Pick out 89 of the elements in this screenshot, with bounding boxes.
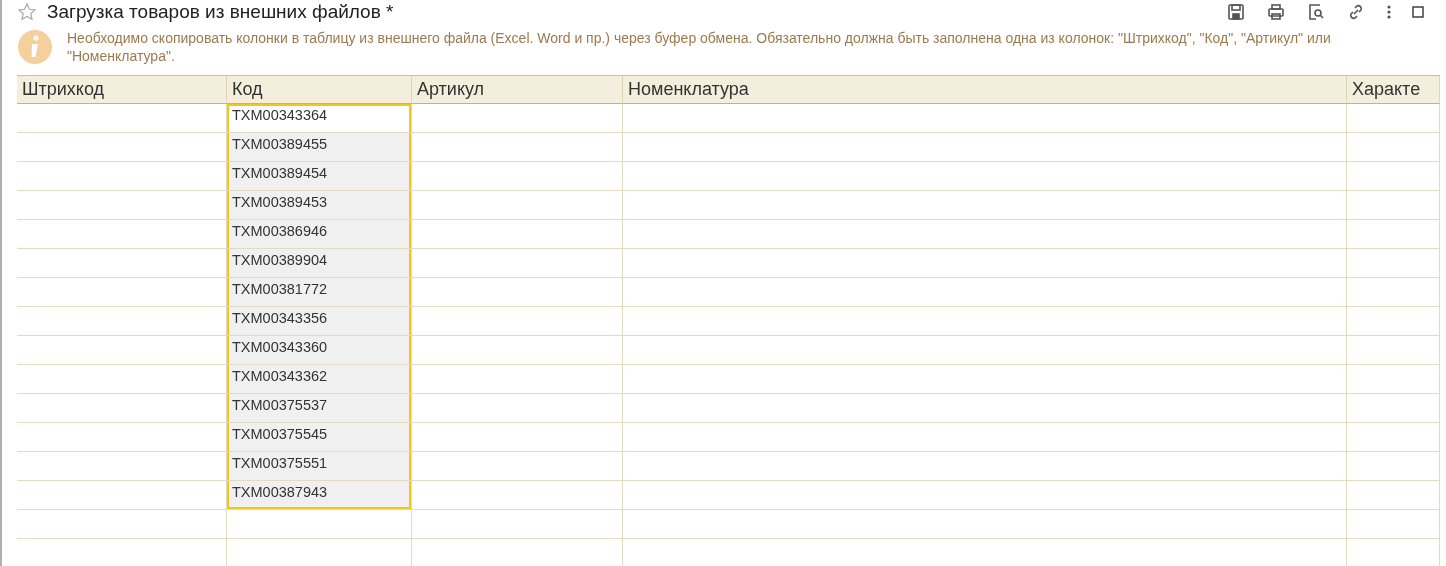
table-cell[interactable] [17, 278, 227, 307]
table-cell[interactable]: TXM00381772 [227, 278, 412, 307]
table-cell[interactable] [17, 307, 227, 336]
table-cell[interactable] [623, 104, 1347, 133]
table-cell[interactable]: TXM00375545 [227, 423, 412, 452]
table-cell[interactable] [623, 394, 1347, 423]
table-cell[interactable] [412, 162, 623, 191]
table-cell[interactable] [412, 191, 623, 220]
table-cell[interactable] [412, 278, 623, 307]
table-cell[interactable]: TXM00387943 [227, 481, 412, 510]
table-cell[interactable]: TXM00343356 [227, 307, 412, 336]
table-cell[interactable] [623, 336, 1347, 365]
info-message: Необходимо скопировать колонки в таблицу из внешнего файла (Excel. Word и пр.) через буфер обмена. Обязательно должна быть заполнена одна из колонок: "Штрихкод", "Код", "Артикул" или "Номенклатура". [67, 29, 1332, 65]
table-cell[interactable] [412, 133, 623, 162]
table-cell[interactable] [1347, 307, 1440, 336]
table-cell[interactable] [17, 162, 227, 191]
column-header[interactable]: Штрихкод [17, 76, 227, 104]
table-cell[interactable] [17, 394, 227, 423]
table-cell[interactable] [1347, 220, 1440, 249]
column-header[interactable]: Характе [1347, 76, 1440, 104]
table-cell[interactable] [412, 452, 623, 481]
more-icon[interactable] [1386, 4, 1392, 20]
table-cell[interactable] [623, 452, 1347, 481]
table-cell[interactable] [1347, 162, 1440, 191]
table-cell[interactable]: TXM00343364 [227, 104, 412, 133]
table-cell[interactable] [623, 191, 1347, 220]
table-cell[interactable] [17, 133, 227, 162]
table-cell[interactable] [1347, 278, 1440, 307]
info-icon [17, 29, 53, 65]
table-cell[interactable] [412, 481, 623, 510]
print-icon[interactable] [1266, 2, 1286, 22]
table-cell[interactable] [412, 510, 623, 539]
table-cell[interactable]: TXM00375537 [227, 394, 412, 423]
table-cell[interactable] [1347, 104, 1440, 133]
table-cell[interactable] [1347, 249, 1440, 278]
table-cell[interactable] [17, 452, 227, 481]
star-icon[interactable] [17, 2, 37, 22]
maximize-icon[interactable] [1412, 6, 1424, 18]
table-cell[interactable]: TXM00343360 [227, 336, 412, 365]
table-cell[interactable]: TXM00375551 [227, 452, 412, 481]
table-cell[interactable] [623, 307, 1347, 336]
table-cell[interactable] [412, 249, 623, 278]
window-title: Загрузка товаров из внешних файлов * [47, 1, 395, 23]
table-cell[interactable] [1347, 423, 1440, 452]
table-cell[interactable]: TXM00389454 [227, 162, 412, 191]
table-cell[interactable] [1347, 365, 1440, 394]
preview-icon[interactable] [1306, 2, 1326, 22]
table-cell[interactable] [17, 104, 227, 133]
table-cell[interactable] [17, 423, 227, 452]
table-cell[interactable] [1347, 336, 1440, 365]
table-cell[interactable] [1347, 452, 1440, 481]
table-cell[interactable] [623, 220, 1347, 249]
table-cell[interactable] [17, 510, 227, 539]
table-cell[interactable] [1347, 481, 1440, 510]
table-cell[interactable] [412, 336, 623, 365]
table-cell[interactable] [17, 336, 227, 365]
table-cell[interactable] [623, 423, 1347, 452]
table-cell[interactable] [1347, 133, 1440, 162]
table-cell[interactable] [17, 481, 227, 510]
save-icon[interactable] [1226, 2, 1246, 22]
table-cell[interactable] [227, 510, 412, 539]
table-cell[interactable] [623, 365, 1347, 394]
table-cell[interactable] [412, 365, 623, 394]
table-cell[interactable]: TXM00386946 [227, 220, 412, 249]
table-cell[interactable] [412, 423, 623, 452]
table-cell[interactable] [412, 104, 623, 133]
table-cell[interactable] [1347, 191, 1440, 220]
table-cell[interactable] [1347, 394, 1440, 423]
table-cell[interactable] [17, 365, 227, 394]
table-cell[interactable] [17, 249, 227, 278]
table-cell[interactable]: TXM00389453 [227, 191, 412, 220]
column-header[interactable]: Артикул [412, 76, 623, 104]
table-cell[interactable] [623, 249, 1347, 278]
table-cell[interactable] [17, 220, 227, 249]
table-cell[interactable] [623, 278, 1347, 307]
table-cell[interactable] [1347, 510, 1440, 539]
column-header[interactable]: Номенклатура [623, 76, 1347, 104]
table-cell[interactable]: TXM00389904 [227, 249, 412, 278]
table-cell[interactable] [17, 191, 227, 220]
table-cell[interactable]: TXM00343362 [227, 365, 412, 394]
table-cell[interactable] [623, 162, 1347, 191]
table-cell[interactable]: TXM00389455 [227, 133, 412, 162]
table-cell[interactable] [623, 481, 1347, 510]
table-cell[interactable] [412, 307, 623, 336]
table-cell[interactable] [412, 220, 623, 249]
table-cell[interactable] [412, 394, 623, 423]
table-cell[interactable] [623, 510, 1347, 539]
column-header[interactable]: Код [227, 76, 412, 104]
table-cell[interactable] [623, 133, 1347, 162]
